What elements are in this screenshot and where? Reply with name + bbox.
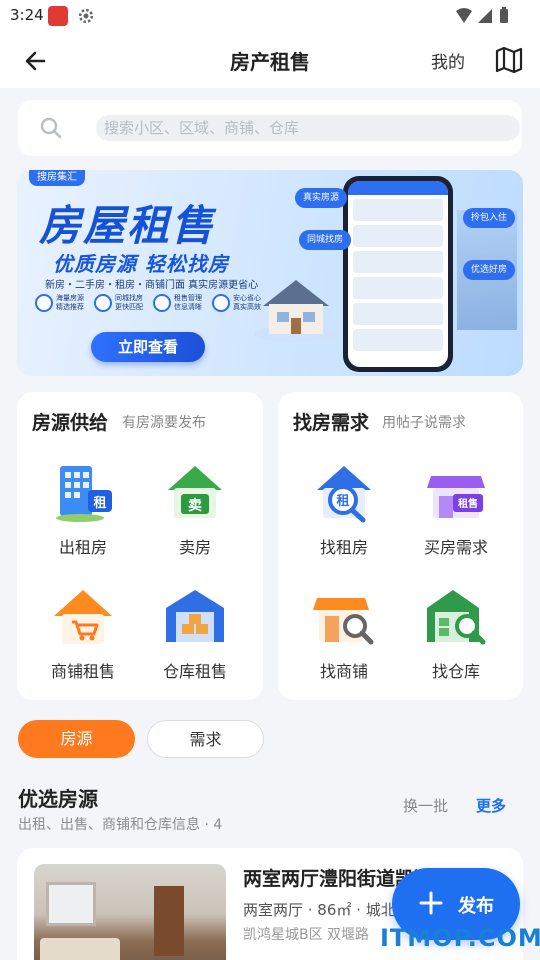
section-title: 优选房源 bbox=[18, 787, 98, 811]
supply-card: 房源供给 有房源要发布 租 出租房 卖 卖房 商铺租售 仓库租售 bbox=[17, 392, 263, 700]
find-warehouse-icon bbox=[427, 590, 486, 645]
banner-chip: 同城找房 bbox=[299, 230, 352, 250]
tab-listings[interactable]: 房源 bbox=[18, 720, 135, 758]
svg-text:租: 租 bbox=[93, 496, 106, 511]
demand-item-label: 找仓库 bbox=[431, 662, 480, 681]
buy-house-shop-icon: 租售 bbox=[427, 476, 485, 518]
search-input[interactable] bbox=[96, 115, 520, 141]
section-subtitle: 出租、出售、商铺和仓库信息 · 4 bbox=[18, 817, 223, 833]
promo-banner[interactable]: 搜房集汇 房屋租售 优质房源 轻松找房 新房・二手房・租房・商铺门面 真实房源更… bbox=[17, 170, 523, 376]
banner-title: 房屋租售 bbox=[39, 201, 216, 250]
svg-text:租: 租 bbox=[336, 494, 349, 509]
banner-cta-button[interactable]: 立即查看 bbox=[91, 332, 205, 362]
map-icon[interactable] bbox=[494, 45, 524, 75]
demand-card-subtitle: 用帖子说需求 bbox=[382, 415, 466, 431]
demand-item-label: 买房需求 bbox=[423, 538, 488, 557]
document-icon bbox=[153, 294, 171, 312]
rental-building-icon: 租 bbox=[56, 466, 112, 522]
home-icon bbox=[35, 294, 53, 312]
settings-gear-icon bbox=[78, 8, 94, 24]
watermark-logo: ITMOP.COM bbox=[380, 924, 540, 952]
supply-item-sell-house[interactable]: 卖 卖房 bbox=[145, 460, 245, 558]
publish-label: 发布 bbox=[458, 896, 494, 917]
banner-features: 海量房源 精选推荐 同城找房 更快匹配 租售管理 信息清晰 安心省心 真实高效 bbox=[35, 294, 261, 312]
plus-icon bbox=[419, 891, 443, 915]
app-header: 房产租售 我的 bbox=[0, 32, 540, 88]
demand-card: 找房需求 用帖子说需求 租 找租房 租售 买房需求 找商铺 找仓库 bbox=[278, 392, 523, 700]
demand-item-label: 找租房 bbox=[319, 538, 368, 557]
refresh-button[interactable]: 换一批 bbox=[403, 795, 448, 816]
mine-link[interactable]: 我的 bbox=[431, 48, 465, 73]
demand-item-find-warehouse[interactable]: 找仓库 bbox=[406, 584, 506, 682]
find-rental-icon: 租 bbox=[317, 466, 371, 523]
listing-meta: 两室两厅 · 86㎡ · 城北 bbox=[243, 901, 396, 919]
demand-item-buy-house[interactable]: 租售 买房需求 bbox=[406, 460, 506, 558]
supply-item-rent-out[interactable]: 租 出租房 bbox=[33, 460, 133, 558]
svg-text:租售: 租售 bbox=[458, 497, 478, 510]
search-icon bbox=[40, 117, 62, 139]
supply-item-label: 商铺租售 bbox=[50, 662, 115, 681]
banner-feature: 租售管理 信息清晰 bbox=[153, 294, 202, 312]
phone-mockup-image bbox=[343, 176, 453, 372]
listing-address: 凯鸿星城B区 双堰路 bbox=[243, 927, 370, 943]
banner-subtitle: 优质房源 轻松找房 bbox=[53, 252, 229, 276]
status-bar: 3:24 bbox=[0, 0, 540, 32]
supply-item-label: 出租房 bbox=[58, 538, 107, 557]
search-bar bbox=[18, 100, 522, 156]
demand-item-find-shop[interactable]: 找商铺 bbox=[294, 584, 394, 682]
supply-item-label: 卖房 bbox=[178, 538, 211, 557]
banner-tags: 新房・二手房・租房・商铺门面 真实房源更省心 bbox=[45, 280, 259, 291]
sell-house-icon: 卖 bbox=[168, 466, 222, 518]
find-shop-icon bbox=[313, 598, 374, 645]
shop-cart-house-icon bbox=[54, 590, 112, 644]
warehouse-icon bbox=[166, 590, 224, 642]
status-time: 3:24 bbox=[10, 6, 44, 24]
signal-battery-icon bbox=[456, 7, 508, 23]
banner-chip: 优选好房 bbox=[463, 260, 516, 280]
supply-item-label: 仓库租售 bbox=[162, 662, 227, 681]
demand-card-title: 找房需求 bbox=[293, 412, 370, 434]
supply-card-title: 房源供给 bbox=[32, 412, 109, 434]
listing-photo bbox=[34, 864, 226, 960]
supply-item-warehouse-lease[interactable]: 仓库租售 bbox=[145, 584, 245, 682]
banner-feature: 同城找房 更快匹配 bbox=[94, 294, 143, 312]
tab-demands[interactable]: 需求 bbox=[147, 720, 264, 758]
location-pin-icon bbox=[94, 294, 112, 312]
app-notification-icon bbox=[48, 6, 68, 26]
demand-item-find-rental[interactable]: 租 找租房 bbox=[294, 460, 394, 558]
banner-chip: 拎包入住 bbox=[463, 208, 516, 228]
supply-item-shop-lease[interactable]: 商铺租售 bbox=[33, 584, 133, 682]
house-illustration-icon bbox=[254, 280, 338, 342]
banner-chip: 真实房源 bbox=[295, 188, 348, 208]
supply-card-subtitle: 有房源要发布 bbox=[122, 415, 206, 431]
banner-brand: 搜房集汇 bbox=[29, 170, 85, 186]
shield-check-icon bbox=[212, 294, 230, 312]
banner-feature: 海量房源 精选推荐 bbox=[35, 294, 84, 312]
more-link[interactable]: 更多 bbox=[476, 795, 506, 816]
svg-text:卖: 卖 bbox=[188, 497, 202, 514]
demand-item-label: 找商铺 bbox=[319, 662, 368, 681]
